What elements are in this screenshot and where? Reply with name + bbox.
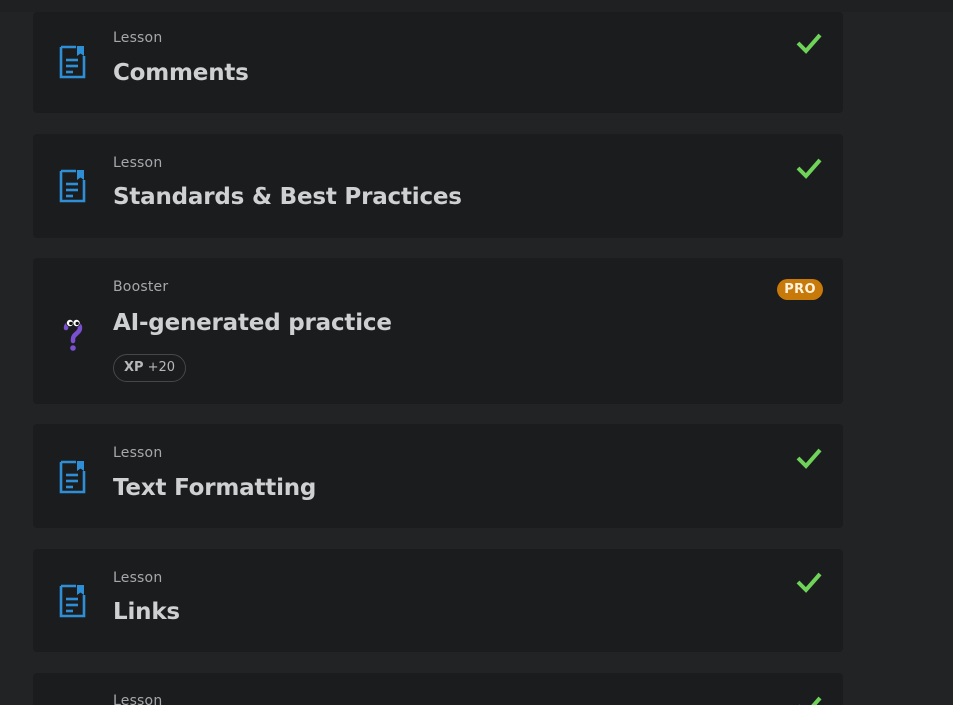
lesson-title[interactable]: Comments (113, 60, 249, 86)
completed-check-icon (796, 158, 822, 179)
booster-card-ai-practice[interactable]: Booster PRO AI-generated practice XP +20 (33, 258, 843, 404)
lesson-card-standards[interactable]: Lesson Standards & Best Practices (33, 134, 843, 238)
completed-check-icon (799, 696, 822, 705)
xp-label: XP (124, 360, 144, 375)
xp-value: +20 (147, 360, 175, 375)
lesson-title[interactable]: Text Formatting (113, 475, 316, 501)
lesson-card-text-formatting[interactable]: Lesson Text Formatting (33, 424, 843, 528)
lesson-title[interactable]: Links (113, 599, 180, 625)
xp-reward-chip: XP +20 (113, 354, 186, 382)
lesson-card-comments[interactable]: Lesson Comments (33, 12, 843, 113)
item-type-label: Lesson (113, 445, 163, 461)
lesson-document-icon (59, 460, 86, 494)
booster-title[interactable]: AI-generated practice (113, 310, 392, 336)
pro-badge: PRO (777, 279, 823, 300)
completed-check-icon (796, 572, 822, 593)
item-type-label: Lesson (113, 30, 163, 46)
lesson-title[interactable]: Standards & Best Practices (113, 184, 462, 210)
lesson-document-icon (59, 169, 86, 203)
completed-check-icon (796, 33, 822, 54)
lesson-document-icon (59, 45, 86, 79)
item-type-label: Lesson (113, 155, 163, 171)
lesson-card-partial[interactable]: Lesson (33, 673, 843, 705)
item-type-label: Lesson (113, 570, 163, 586)
lesson-document-icon (59, 584, 86, 618)
completed-check-icon (796, 448, 822, 469)
top-bar (0, 0, 953, 12)
item-type-label: Lesson (113, 693, 163, 705)
question-mark-mascot-icon (63, 319, 83, 351)
lesson-card-links[interactable]: Lesson Links (33, 549, 843, 652)
item-type-label: Booster (113, 279, 169, 295)
